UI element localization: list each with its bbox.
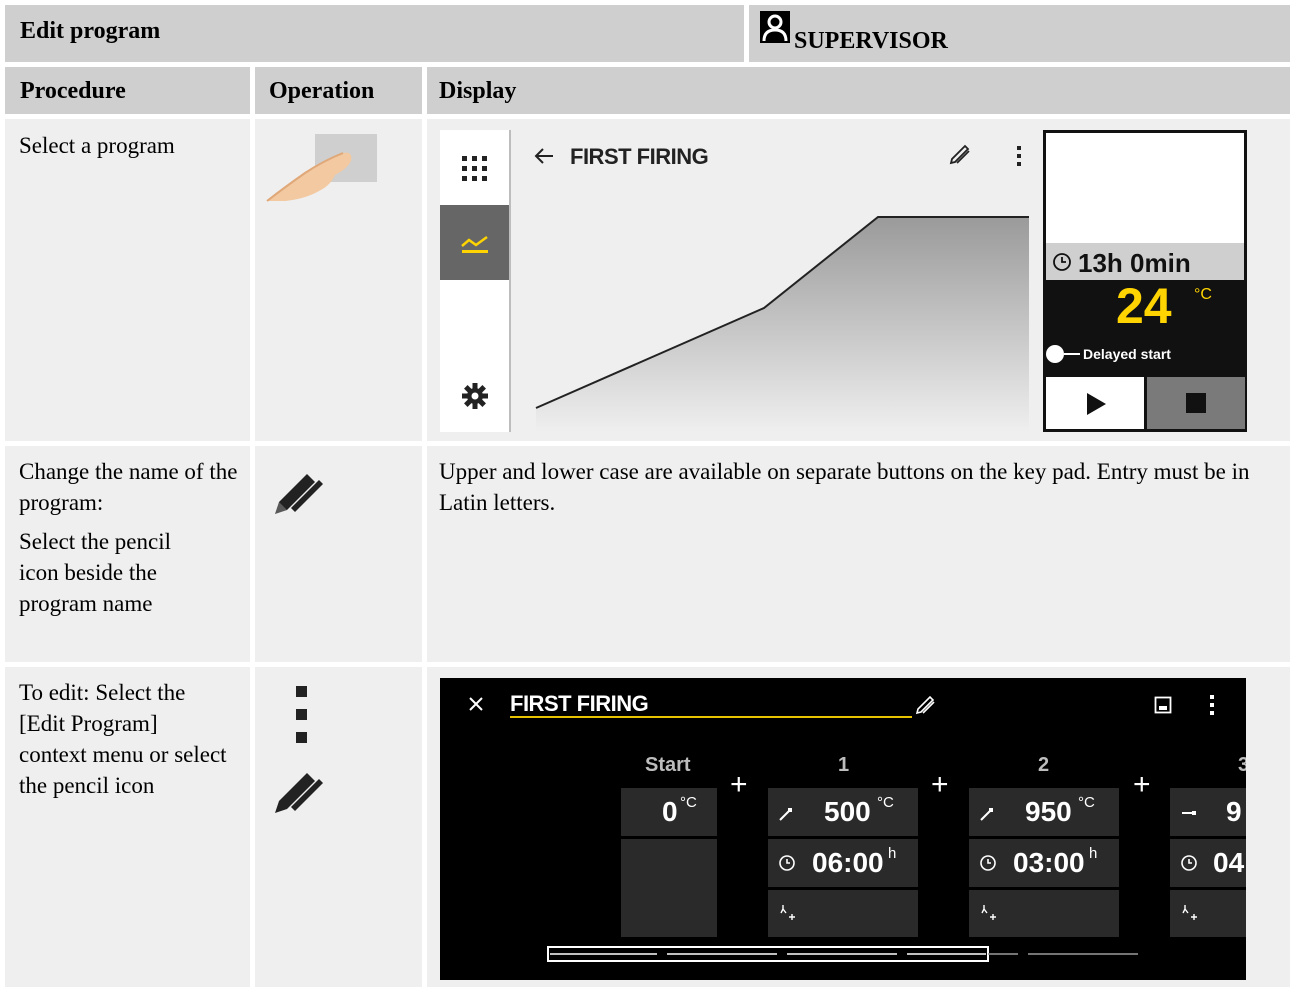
row2-display-text: Upper and lower case are available on se… bbox=[439, 459, 1250, 515]
remaining-time: 13h 0min bbox=[1078, 248, 1191, 278]
event-add-icon bbox=[780, 905, 795, 920]
page-title: Edit program bbox=[20, 18, 161, 44]
program-overview-screen: FIRST FIRING 13h 0min 24 °C Delayed star… bbox=[440, 130, 1247, 432]
delayed-start-label: Delayed start bbox=[1083, 346, 1171, 362]
row1-procedure-cell: Select a program bbox=[5, 119, 250, 441]
temperature-unit: °C bbox=[1194, 286, 1212, 303]
segment-2-time-unit: h bbox=[1089, 845, 1098, 862]
stop-icon bbox=[1186, 393, 1206, 413]
clock-icon bbox=[1181, 855, 1197, 871]
row3-operation-cell bbox=[255, 667, 422, 987]
play-icon bbox=[1087, 393, 1106, 415]
close-icon[interactable] bbox=[468, 696, 484, 712]
nav-item-curve[interactable] bbox=[440, 205, 509, 280]
row1-operation-cell bbox=[255, 119, 422, 441]
segment-2-temp-value: 950 bbox=[1025, 796, 1072, 827]
settings-gear-icon[interactable] bbox=[461, 382, 489, 410]
segment-scrollbar[interactable] bbox=[440, 944, 1246, 964]
col-procedure-label: Procedure bbox=[20, 78, 126, 104]
role-label: SUPERVISOR bbox=[794, 28, 948, 54]
program-curve-area bbox=[511, 130, 1041, 432]
ramp-up-icon bbox=[779, 808, 792, 821]
more-menu-icon[interactable] bbox=[1015, 145, 1023, 167]
pencil-edit-icon[interactable] bbox=[948, 144, 970, 166]
program-title: FIRST FIRING bbox=[570, 144, 709, 169]
apps-grid-icon[interactable] bbox=[460, 154, 490, 184]
start-empty-box bbox=[621, 839, 717, 937]
status-panel: 13h 0min 24 °C Delayed start bbox=[1043, 130, 1247, 432]
row3-procedure-cell: To edit: Select the [Edit Program] conte… bbox=[5, 667, 250, 987]
header-role-cell: SUPERVISOR bbox=[749, 5, 1290, 62]
back-arrow-icon[interactable] bbox=[533, 147, 555, 165]
start-button[interactable] bbox=[1046, 377, 1144, 429]
program-name-field[interactable]: FIRST FIRING bbox=[510, 691, 649, 717]
row2-procedure-text-1: Change the name of the program: bbox=[19, 459, 238, 515]
segment-2-temp-unit: °C bbox=[1078, 794, 1095, 811]
add-segment-button[interactable]: + bbox=[931, 768, 949, 802]
segment-2-header: 2 bbox=[1038, 754, 1050, 776]
event-add-icon bbox=[1182, 905, 1197, 920]
segment-3-header: 3 bbox=[1238, 754, 1246, 776]
col-operation-label: Operation bbox=[269, 78, 375, 104]
add-segment-button[interactable]: + bbox=[730, 768, 748, 802]
row2-operation-cell bbox=[255, 446, 422, 662]
row2-procedure-text-2: Select the pencil icon beside the progra… bbox=[19, 529, 171, 616]
col-header-procedure: Procedure bbox=[5, 67, 250, 114]
chart-curve-icon bbox=[461, 235, 488, 253]
segment-1-time-value: 06:00 bbox=[812, 847, 884, 878]
col-header-operation: Operation bbox=[255, 67, 422, 114]
segment-1-temp-unit: °C bbox=[877, 794, 894, 811]
segment-3-time-value: 04 bbox=[1213, 847, 1245, 878]
hold-icon bbox=[1182, 811, 1196, 815]
current-temperature: 24 bbox=[1116, 278, 1172, 334]
add-segment-button[interactable]: + bbox=[1133, 768, 1151, 802]
clock-icon bbox=[980, 855, 996, 871]
row3-procedure-text: To edit: Select the [Edit Program] conte… bbox=[19, 680, 227, 798]
start-column-header: Start bbox=[645, 754, 691, 776]
segment-1-time-unit: h bbox=[888, 845, 897, 862]
name-field-underline bbox=[510, 716, 912, 718]
segment-3-temp-value: 9 bbox=[1226, 796, 1242, 827]
status-blank-area bbox=[1046, 133, 1244, 243]
header-title-cell: Edit program bbox=[5, 5, 744, 62]
segment-2-time-value: 03:00 bbox=[1013, 847, 1085, 878]
clock-icon bbox=[1053, 253, 1071, 271]
pencil-icon bbox=[275, 773, 323, 813]
user-icon bbox=[760, 11, 790, 43]
save-icon[interactable] bbox=[1154, 696, 1172, 714]
col-display-label: Display bbox=[439, 78, 517, 104]
tap-gesture-icon bbox=[266, 134, 377, 202]
event-add-icon bbox=[981, 905, 996, 920]
col-header-display: Display bbox=[427, 67, 1290, 114]
stop-button[interactable] bbox=[1147, 377, 1245, 429]
more-menu-icon[interactable] bbox=[1208, 694, 1216, 716]
row1-procedure-text: Select a program bbox=[19, 133, 175, 158]
pencil-icon bbox=[275, 474, 323, 514]
pencil-edit-icon[interactable] bbox=[915, 695, 935, 715]
row2-procedure-cell: Change the name of the program: Select t… bbox=[5, 446, 250, 662]
context-menu-icon bbox=[296, 686, 307, 743]
toggle-track bbox=[1064, 353, 1080, 355]
segment-1-temp-value: 500 bbox=[824, 796, 871, 827]
start-temp-value: 0 bbox=[662, 796, 678, 827]
firing-curve-graph bbox=[535, 216, 1029, 432]
ramp-up-icon bbox=[980, 808, 993, 821]
edit-program-screen: FIRST FIRING Start 0 °C + 1 500 °C 06:00… bbox=[440, 678, 1246, 980]
segment-1-header: 1 bbox=[838, 754, 850, 776]
clock-icon bbox=[779, 855, 795, 871]
row2-display-cell: Upper and lower case are available on se… bbox=[427, 446, 1290, 662]
start-temp-unit: °C bbox=[680, 794, 697, 811]
delayed-start-toggle[interactable] bbox=[1046, 345, 1064, 363]
